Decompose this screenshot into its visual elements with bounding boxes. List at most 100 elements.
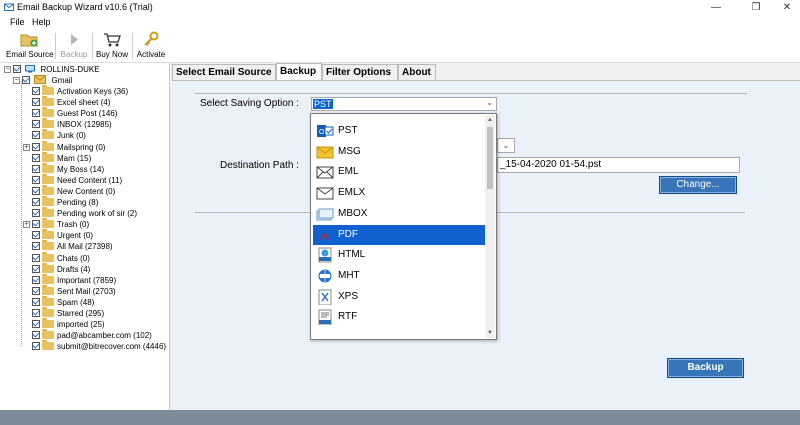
tree-folder-label: Guest Post (146): [57, 109, 118, 119]
saving-option-select[interactable]: PST ⌄: [311, 97, 497, 111]
tree-folder-label: Trash (0): [57, 220, 90, 230]
tab-backup[interactable]: Backup: [276, 63, 322, 80]
tree-account[interactable]: − Gmail: [13, 75, 72, 86]
dropdown-option-xps[interactable]: XPS: [313, 287, 485, 307]
dropdown-scrollbar[interactable]: ▲ ▼: [485, 115, 495, 338]
scroll-thumb[interactable]: [487, 127, 493, 189]
dropdown-option-mht[interactable]: MHT: [313, 266, 485, 286]
tree-folder-item[interactable]: pad@abcamber.com (102): [32, 329, 152, 341]
tree-checkbox[interactable]: [32, 198, 40, 206]
tab-select-email-source[interactable]: Select Email Source: [172, 64, 276, 80]
tree-checkbox[interactable]: [32, 164, 40, 173]
folder-icon: [42, 340, 54, 351]
dropdown-option-emlx[interactable]: EMLX: [313, 183, 485, 203]
dropdown-option-label: EMLX: [338, 187, 366, 199]
folder-icon: [42, 318, 54, 329]
tree-checkbox[interactable]: [32, 275, 40, 284]
tree-folder-label: Chats (0): [57, 253, 90, 263]
dropdown-option-label: PST: [338, 125, 358, 136]
folder-icon: [42, 307, 54, 317]
tree-root[interactable]: − ROLLINS-DUKE: [4, 64, 100, 75]
tree-checkbox[interactable]: [32, 331, 40, 340]
maximize-button[interactable]: ❐: [746, 1, 766, 14]
minimize-button[interactable]: —: [706, 1, 726, 14]
tree-checkbox[interactable]: [32, 242, 40, 251]
tree-checkbox[interactable]: [32, 209, 40, 218]
scroll-up-icon[interactable]: ▲: [485, 115, 495, 125]
tree-folder-item[interactable]: Mam (15): [32, 151, 92, 164]
dropdown-option-pdf[interactable]: PDF: [313, 224, 485, 245]
tree-folder-item[interactable]: Drafts (4): [32, 262, 90, 275]
tree-folder-label: submit@bitrecover.com (4446): [57, 342, 167, 352]
tree-checkbox[interactable]: [32, 98, 40, 107]
tree-folder-label: Activation Keys (36): [57, 87, 129, 96]
tree-checkbox[interactable]: [32, 175, 40, 184]
tab-filter-options[interactable]: Filter Options: [322, 64, 398, 80]
folder-icon: [42, 118, 54, 129]
email-source-button[interactable]: Email Source: [6, 31, 54, 61]
tree-checkbox[interactable]: [32, 297, 40, 306]
destination-path-input[interactable]: _15-04-2020 01-54.pst: [497, 157, 740, 173]
folder-icon: [42, 129, 54, 140]
tree-folder-item[interactable]: All Mail (27398): [32, 240, 113, 252]
tree-folder-item[interactable]: + Trash (0): [23, 218, 90, 230]
activate-label: Activate: [136, 50, 166, 59]
dropdown-option-mbox[interactable]: MBOX: [313, 204, 485, 224]
tree-checkbox[interactable]: [32, 309, 40, 317]
tree-checkbox[interactable]: [22, 76, 30, 84]
tree-folder-item[interactable]: + Mailspring (0): [23, 140, 105, 153]
backup-button[interactable]: Backup: [667, 358, 744, 378]
tree-folder-item[interactable]: Junk (0): [32, 129, 86, 141]
dropdown-option-rtf[interactable]: RTF: [313, 307, 485, 327]
collapse-toggle[interactable]: −: [13, 77, 20, 84]
backup-toolbar-button[interactable]: Backup: [58, 31, 90, 61]
folder-icon: [42, 329, 54, 340]
dropdown-option-label: XPS: [338, 290, 359, 302]
change-button[interactable]: Change...: [659, 176, 737, 194]
close-button[interactable]: ✕: [777, 1, 797, 14]
dropdown-option-eml[interactable]: EML: [313, 162, 485, 182]
tree-checkbox[interactable]: [32, 131, 40, 140]
tree-checkbox[interactable]: [32, 342, 40, 351]
dropdown-option-label: MSG: [338, 145, 361, 157]
folder-icon: [42, 251, 54, 262]
menu-file[interactable]: File: [10, 17, 25, 27]
collapse-toggle[interactable]: −: [4, 66, 11, 73]
tree-checkbox[interactable]: [13, 65, 21, 73]
tree-folder-item[interactable]: Spam (48): [32, 295, 94, 308]
tree-folder-item[interactable]: Chats (0): [32, 251, 90, 264]
tree-checkbox[interactable]: [32, 153, 40, 162]
tree-checkbox[interactable]: [32, 253, 40, 262]
dropdown-option-html[interactable]: HTML: [313, 245, 485, 265]
folder-icon: [42, 273, 54, 284]
expand-toggle[interactable]: +: [23, 221, 30, 229]
tree-folder-label: INBOX (12985): [57, 120, 112, 130]
buy-now-button[interactable]: Buy Now: [94, 31, 130, 61]
split-option-select[interactable]: ⌄: [497, 138, 515, 153]
tree-checkbox[interactable]: [32, 109, 40, 118]
tree-checkbox[interactable]: [32, 142, 40, 151]
tree-checkbox[interactable]: [32, 264, 40, 273]
tree-folder-item[interactable]: submit@bitrecover.com (4446): [32, 340, 167, 352]
tab-about[interactable]: About: [398, 64, 436, 80]
dropdown-option-msg[interactable]: MSG: [313, 142, 485, 162]
tree-checkbox[interactable]: [32, 231, 40, 240]
menu-help[interactable]: Help: [32, 17, 51, 27]
tree-checkbox[interactable]: [32, 320, 40, 329]
tree-checkbox[interactable]: [32, 87, 40, 95]
computer-icon: [25, 65, 36, 73]
tree-checkbox[interactable]: [32, 186, 40, 195]
tree-checkbox[interactable]: [32, 120, 40, 129]
status-bar: [0, 410, 800, 425]
tree-checkbox[interactable]: [32, 286, 40, 295]
tree-checkbox[interactable]: [32, 220, 40, 229]
scroll-down-icon[interactable]: ▼: [485, 328, 495, 338]
expand-toggle[interactable]: +: [23, 143, 30, 151]
tree-folder-item[interactable]: Pending work of sir (2): [32, 207, 137, 219]
dropdown-option-pst[interactable]: O PST: [313, 121, 485, 141]
folder-icon: [42, 107, 54, 118]
activate-button[interactable]: Activate: [134, 31, 168, 61]
eml-format-icon: [316, 166, 334, 179]
tree-folder-label: Mam (15): [57, 153, 92, 163]
folder-icon: [42, 262, 54, 273]
